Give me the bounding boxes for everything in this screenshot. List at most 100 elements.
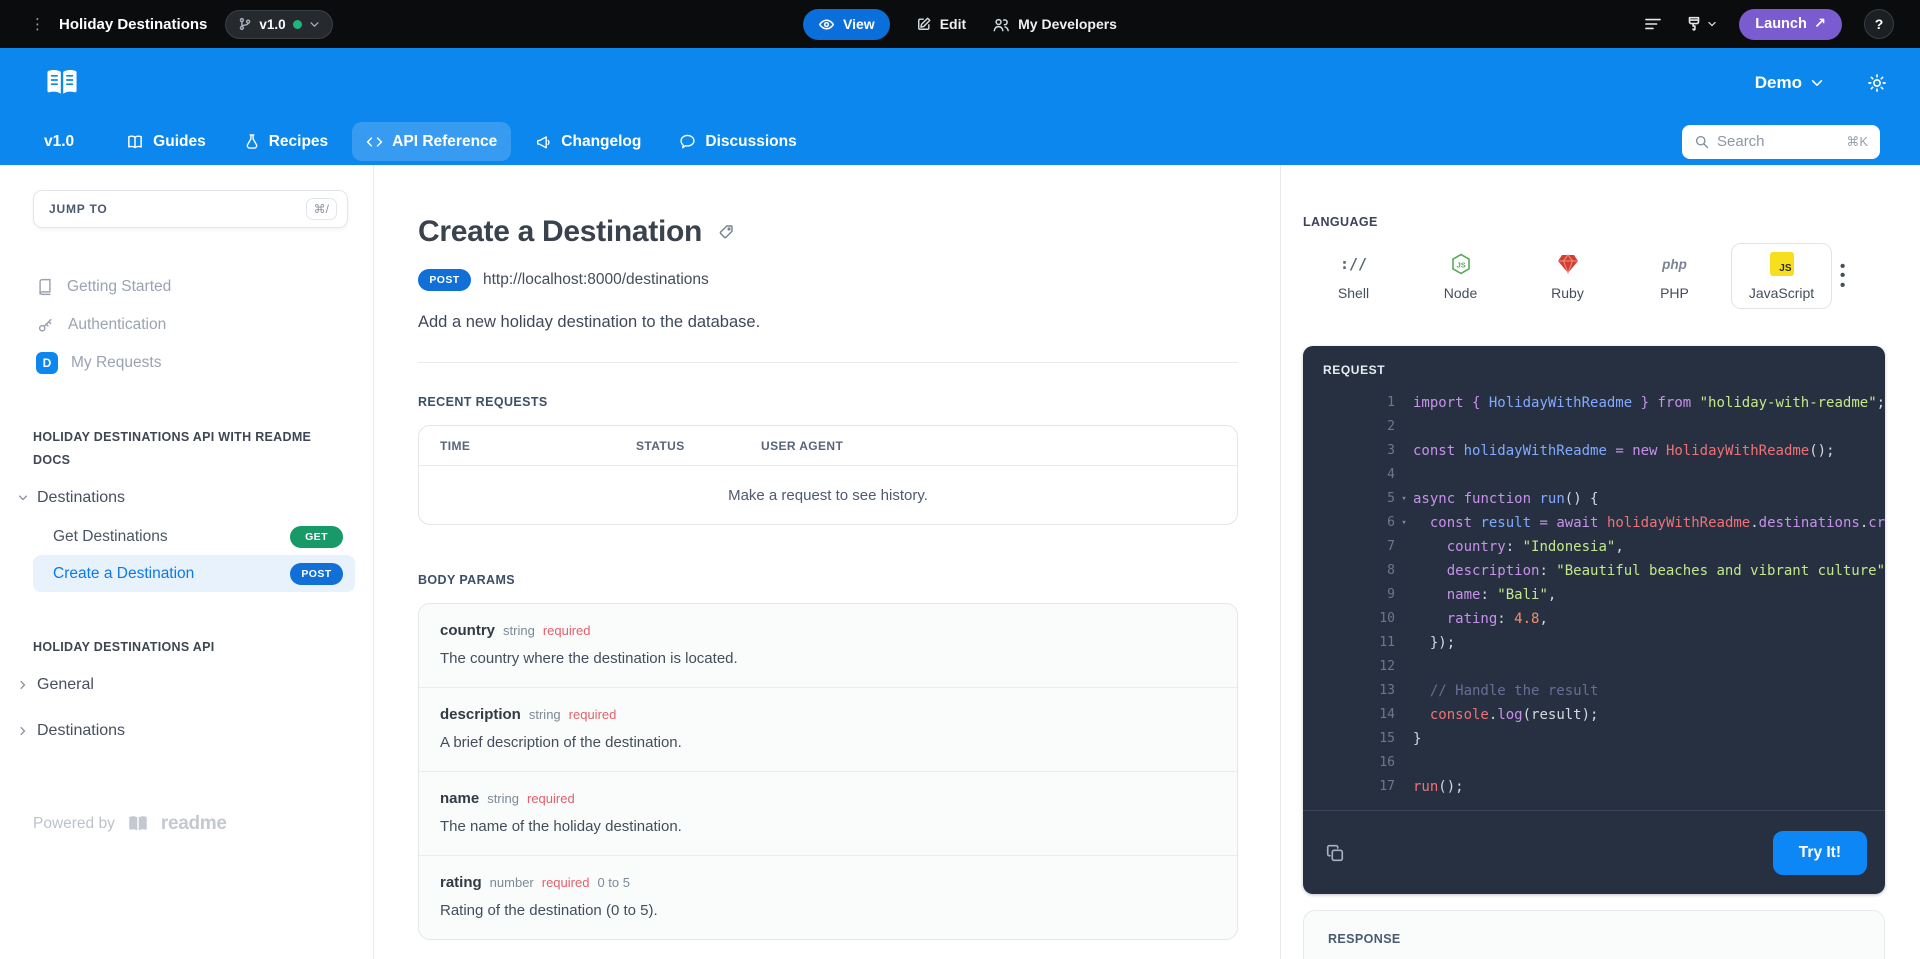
line-number: 15	[1303, 727, 1395, 751]
param-row-name: namestringrequiredThe name of the holida…	[419, 772, 1237, 856]
nav-tab-label: Guides	[153, 133, 206, 151]
chevron-down-icon	[1810, 76, 1824, 90]
edit-button[interactable]: Edit	[916, 16, 966, 32]
my-developers-button[interactable]: My Developers	[992, 16, 1117, 33]
param-type: number	[490, 875, 534, 890]
help-button[interactable]: ?	[1864, 9, 1894, 39]
line-number: 11	[1303, 631, 1395, 655]
version-selector[interactable]: v1.0	[225, 10, 332, 39]
powered-by-label: Powered by	[33, 815, 115, 833]
line-number: 6	[1303, 511, 1395, 535]
code-text: const result = await holidayWithReadme.d…	[1413, 511, 1885, 535]
project-title: Holiday Destinations	[59, 16, 207, 33]
sidebar-group-label: Destinations	[37, 489, 125, 507]
kebab-menu-icon[interactable]: ⋮	[30, 15, 45, 33]
recent-requests-header: TIMESTATUSUSER AGENT	[419, 426, 1237, 466]
nav-tab-guides[interactable]: Guides	[112, 122, 220, 161]
sidebar-page-create-a-destination[interactable]: Create a DestinationPOST	[33, 555, 355, 592]
more-languages-button[interactable]: •••	[1840, 262, 1845, 290]
language-label: LANGUAGE	[1303, 215, 1884, 229]
request-heading: REQUEST	[1303, 346, 1885, 387]
sidebar-page-label: Create a Destination	[53, 565, 194, 583]
code-text	[1413, 415, 1885, 439]
sidebar-item-my-requests[interactable]: DMy Requests	[0, 344, 373, 382]
code-line-3: 3const holidayWithReadme = new HolidayWi…	[1303, 439, 1885, 463]
jump-to-label: JUMP TO	[49, 202, 108, 216]
nav-version[interactable]: v1.0	[44, 133, 74, 151]
body-params-heading: BODY PARAMS	[418, 573, 1238, 587]
code-text: name: "Bali",	[1413, 583, 1885, 607]
language-ruby[interactable]: Ruby	[1517, 243, 1618, 309]
search-box[interactable]: ⌘K	[1682, 125, 1880, 159]
chevron-right-icon	[17, 725, 29, 737]
chevron-down-icon	[309, 19, 320, 30]
javascript-icon: JS	[1770, 251, 1794, 277]
project-dropdown[interactable]: Demo	[1755, 73, 1824, 93]
language-shell[interactable]: ://Shell	[1303, 243, 1404, 309]
code-line-10: 10 rating: 4.8,	[1303, 607, 1885, 631]
sun-icon[interactable]	[1866, 72, 1888, 94]
nav-tab-discussions[interactable]: Discussions	[665, 122, 810, 161]
fold-gutter	[1395, 415, 1413, 439]
sidebar-group-destinations[interactable]: Destinations	[17, 478, 373, 518]
recent-requests-table: TIMESTATUSUSER AGENT Make a request to s…	[418, 425, 1238, 525]
code-line-16: 16	[1303, 751, 1885, 775]
fold-caret-icon[interactable]: ▾	[1395, 511, 1413, 535]
language-name: Shell	[1338, 285, 1369, 301]
param-type: string	[529, 707, 561, 722]
nav-tab-label: Recipes	[269, 133, 328, 151]
param-required-badge: required	[542, 875, 590, 890]
readme-logo-icon	[125, 815, 151, 833]
fold-gutter	[1395, 559, 1413, 583]
request-code[interactable]: 1import { HolidayWithReadme } from "holi…	[1303, 387, 1885, 810]
line-number: 10	[1303, 607, 1395, 631]
endpoint-description: Add a new holiday destination to the dat…	[418, 313, 1238, 332]
try-it-button[interactable]: Try It!	[1773, 831, 1867, 875]
code-text	[1413, 655, 1885, 679]
sidebar-group-general[interactable]: General	[17, 665, 373, 705]
param-name: country	[440, 622, 495, 639]
launch-button[interactable]: Launch ↗	[1739, 9, 1842, 40]
view-button[interactable]: View	[803, 9, 890, 40]
main-content: Create a Destination POST http://localho…	[374, 165, 1280, 959]
search-input[interactable]	[1717, 133, 1838, 150]
theme-button[interactable]	[1685, 15, 1717, 33]
sidebar-item-getting-started[interactable]: Getting Started	[0, 268, 373, 306]
sidebar-page-get-destinations[interactable]: Get DestinationsGET	[33, 518, 355, 555]
fold-gutter	[1395, 535, 1413, 559]
closed-book-icon	[36, 278, 54, 296]
line-number: 5	[1303, 487, 1395, 511]
fold-gutter	[1395, 655, 1413, 679]
code-text: // Handle the result	[1413, 679, 1885, 703]
fold-caret-icon[interactable]: ▾	[1395, 487, 1413, 511]
paintbrush-icon	[1685, 15, 1703, 33]
nav-tab-recipes[interactable]: Recipes	[230, 122, 342, 161]
menu-button[interactable]	[1643, 16, 1663, 32]
language-javascript[interactable]: JSJavaScript	[1731, 243, 1832, 309]
nav-tab-changelog[interactable]: Changelog	[521, 122, 655, 161]
code-line-8: 8 description: "Beautiful beaches and vi…	[1303, 559, 1885, 583]
php-icon: php	[1662, 251, 1687, 277]
people-icon	[992, 16, 1010, 33]
sidebar-item-authentication[interactable]: Authentication	[0, 306, 373, 344]
fold-gutter	[1395, 631, 1413, 655]
project-dropdown-label: Demo	[1755, 73, 1802, 93]
ruby-icon	[1556, 251, 1580, 277]
param-name: name	[440, 790, 479, 807]
nav-tab-api-reference[interactable]: API Reference	[352, 122, 511, 161]
jump-to-button[interactable]: JUMP TO ⌘/	[33, 190, 348, 228]
sidebar-group-destinations[interactable]: Destinations	[17, 711, 373, 751]
app: ⋮ Holiday Destinations v1.0 View	[0, 0, 1920, 959]
readme-brand-label: readme	[161, 813, 227, 835]
code-panel: LANGUAGE ://ShellJSNodeRubyphpPHPJSJavaS…	[1280, 165, 1920, 959]
language-node[interactable]: JSNode	[1410, 243, 1511, 309]
copy-code-button[interactable]	[1325, 843, 1345, 863]
readme-logo-icon[interactable]	[44, 68, 80, 98]
code-line-15: 15}	[1303, 727, 1885, 751]
nav-tabs: Guides Recipes API Reference Changelog Discu…	[112, 122, 811, 161]
svg-text:JS: JS	[1456, 260, 1465, 269]
language-php[interactable]: phpPHP	[1624, 243, 1725, 309]
recent-requests-column: TIME	[440, 439, 636, 453]
powered-by[interactable]: Powered by readme	[33, 813, 373, 835]
tag-icon[interactable]	[718, 224, 734, 240]
